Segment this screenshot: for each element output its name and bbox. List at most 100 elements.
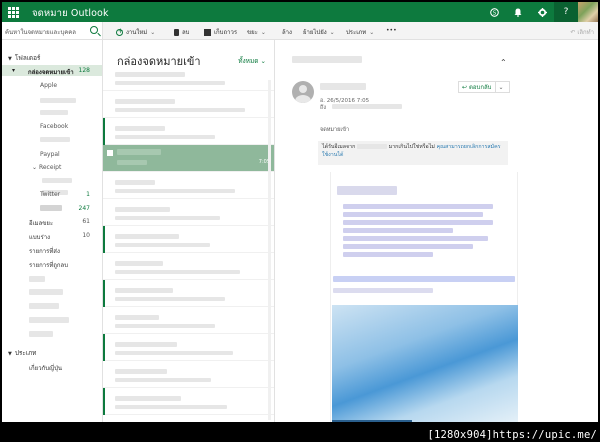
redacted-folder <box>40 137 70 142</box>
to-label: ถึง <box>320 105 327 111</box>
skype-icon[interactable]: S <box>482 2 506 22</box>
list-scrollbar[interactable] <box>268 80 271 420</box>
chevron-down-icon[interactable]: ⌄ <box>330 29 335 36</box>
message-row[interactable] <box>103 64 274 91</box>
message-row[interactable] <box>103 307 274 334</box>
message-row[interactable] <box>103 334 274 361</box>
folder-apple[interactable]: Apple <box>2 80 102 91</box>
app-title: จดหมาย Outlook <box>32 8 109 19</box>
chevron-down-icon[interactable]: ⌄ <box>498 84 503 91</box>
folder-label: Twitter <box>40 191 61 198</box>
inbox-label: กล่องจดหมายเข้า <box>28 69 74 76</box>
plus-icon <box>116 27 124 36</box>
new-label: งานใหม่ <box>126 29 148 36</box>
user-avatar[interactable] <box>578 2 598 22</box>
folder-pane: ▼ โฟลเดอร์ ▾ กล่องจดหมายเข้า 128 Apple Fa… <box>2 40 103 422</box>
undo-button[interactable]: ↶ เลิกทำ <box>570 27 594 37</box>
folders-header[interactable]: ▼ โฟลเดอร์ <box>8 53 40 63</box>
recipient-line: ถึง <box>320 104 326 112</box>
collapse-icon: ▼ <box>8 351 12 357</box>
redacted-folder <box>29 331 53 337</box>
folder-sent[interactable]: รายการที่ส่ง <box>2 244 102 255</box>
folder-inbox[interactable]: ▾ กล่องจดหมายเข้า 128 <box>2 65 102 76</box>
chevron-down-icon[interactable]: ⌄ <box>150 29 155 36</box>
junk-count: 61 <box>82 218 90 225</box>
undo-icon: ↶ <box>570 29 576 36</box>
sender-avatar <box>292 81 314 103</box>
redacted-recipient <box>332 104 402 109</box>
collapse-icon: ▼ <box>8 56 12 62</box>
bell-icon[interactable] <box>506 2 530 22</box>
redacted-folder <box>40 98 76 103</box>
groups-header-label: ประเภท <box>14 349 37 357</box>
categorize-button[interactable]: ประเภท ⌄ <box>346 27 374 37</box>
deleted-label: รายการที่ถูกลบ <box>29 262 69 269</box>
message-row[interactable] <box>103 172 274 199</box>
folder-paypal[interactable]: Paypal <box>2 149 102 160</box>
redacted-folder <box>29 303 59 309</box>
categorize-label: ประเภท <box>346 29 367 36</box>
groups-header[interactable]: ▼ ประเภท <box>8 348 36 358</box>
redacted-label <box>40 205 62 211</box>
svg-text:S: S <box>492 10 496 16</box>
message-row[interactable] <box>103 388 274 415</box>
redacted-count: 247 <box>78 205 90 212</box>
folder-tag: จดหมายเข้า <box>320 127 350 133</box>
message-row[interactable] <box>103 118 274 145</box>
reply-label: ตอบกลับ <box>469 84 492 91</box>
folder-junk[interactable]: อีเมลขยะ 61 <box>2 216 102 227</box>
archive-button[interactable]: เก็บถาวร <box>204 27 237 37</box>
sent-label: รายการที่ส่ง <box>29 248 60 255</box>
sweep-label: ล้าง <box>282 29 292 36</box>
chevron-down-icon[interactable]: ⌄ <box>261 29 266 36</box>
archive-icon <box>204 28 211 36</box>
reply-button[interactable]: ↩ ตอบกลับ ⌄ <box>458 81 510 93</box>
message-row[interactable] <box>103 226 274 253</box>
folder-twitter[interactable]: Twitter 1 <box>2 189 102 200</box>
folder-deleted[interactable]: รายการที่ถูกลบ <box>2 258 102 269</box>
delete-button[interactable]: ลบ <box>174 27 190 37</box>
search-input[interactable]: ค้นหาในจดหมายและบุคคล <box>5 27 76 37</box>
drafts-label: แบบร่าง <box>29 234 51 241</box>
message-row[interactable] <box>103 280 274 307</box>
redacted-sender <box>320 83 366 90</box>
sweep-button[interactable]: ล้าง <box>282 27 292 37</box>
message-row-selected[interactable]: 7:05 <box>103 145 274 172</box>
junk-label: ขยะ <box>247 29 258 36</box>
folder-receipt[interactable]: ⌄ Receipt <box>2 162 102 173</box>
folder-label: ⌄ Receipt <box>32 164 62 171</box>
outlook-window: จดหมาย Outlook S ? ค้นหาในจดหมายและบุคคล… <box>2 2 598 422</box>
move-to-button[interactable]: ย้ายไปยัง ⌄ <box>303 27 335 37</box>
help-icon[interactable]: ? <box>554 2 578 22</box>
group-japan[interactable]: เกี่ยวกับญี่ปุ่น <box>2 361 102 372</box>
redacted-folder <box>29 276 45 282</box>
redacted-folder <box>42 178 72 183</box>
more-button[interactable]: ••• <box>386 27 397 34</box>
folder-redacted[interactable]: 247 <box>2 203 102 214</box>
search-box[interactable]: ค้นหาในจดหมายและบุคคล <box>2 22 103 40</box>
folder-facebook[interactable]: Facebook <box>2 121 102 132</box>
delete-label: ลบ <box>182 29 190 36</box>
unsubscribe-notice: ได้รับอีเมลจาก มากเกินไปใช่หรือไม่ คุณสา… <box>318 141 508 165</box>
gear-icon[interactable] <box>530 2 554 22</box>
message-row[interactable] <box>103 91 274 118</box>
message-row[interactable] <box>103 253 274 280</box>
folder-drafts[interactable]: แบบร่าง 10 <box>2 230 102 241</box>
app-launcher-icon[interactable] <box>6 5 20 19</box>
message-checkbox[interactable] <box>107 150 113 156</box>
redacted-subject <box>292 56 362 63</box>
message-row[interactable] <box>103 199 274 226</box>
new-button[interactable]: งานใหม่ ⌄ <box>116 27 155 37</box>
folder-label: Facebook <box>40 123 69 130</box>
twitter-count: 1 <box>86 191 90 198</box>
search-icon[interactable] <box>90 26 98 34</box>
message-row[interactable] <box>103 361 274 388</box>
junk-button[interactable]: ขยะ ⌄ <box>247 27 266 37</box>
redacted-folder <box>29 317 69 323</box>
redacted-folder <box>29 289 63 295</box>
top-bar: จดหมาย Outlook S ? <box>2 2 598 22</box>
collapse-icon[interactable]: ⌃ <box>500 58 507 67</box>
group-label: เกี่ยวกับญี่ปุ่น <box>29 365 63 372</box>
folders-header-label: โฟลเดอร์ <box>14 54 41 62</box>
chevron-down-icon[interactable]: ⌄ <box>369 29 374 36</box>
